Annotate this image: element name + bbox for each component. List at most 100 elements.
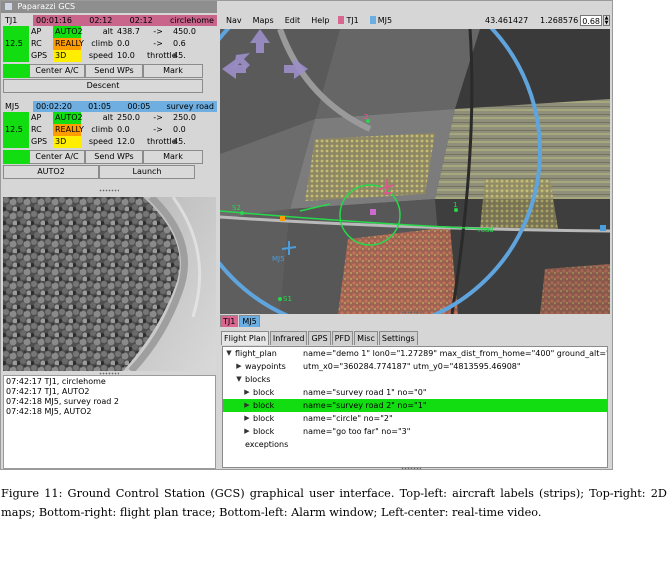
- node-name: blocks: [245, 375, 271, 384]
- arrow: ->: [153, 39, 163, 48]
- map-canvas[interactable]: 2 1 S1 S2 road MJ5: [220, 29, 610, 314]
- tree-row[interactable]: ▼ flight_plan name="demo 1" lon0="1.2728…: [223, 347, 607, 360]
- expander-icon[interactable]: ▶: [243, 412, 251, 425]
- climb-value: 0.0: [117, 39, 130, 48]
- alt-value: 250.0: [117, 113, 140, 122]
- mark-button[interactable]: Mark: [143, 150, 203, 164]
- aircraft-toggle-mj5[interactable]: MJ5: [369, 14, 393, 28]
- tree-row-selected[interactable]: ▶ block name="survey road 2" no="1": [223, 399, 607, 412]
- tree-row[interactable]: ▶ block name="go too far" no="3": [223, 425, 607, 438]
- tab-settings[interactable]: Settings: [378, 331, 418, 345]
- climb-label: climb: [91, 125, 113, 134]
- alarm-line: 07:42:17 TJ1, circlehome: [6, 377, 106, 386]
- aircraft-strip-mj5: MJ5 00:02:20 01:05 00:05 survey road 12.…: [3, 101, 217, 185]
- gps-status: 3D: [53, 50, 81, 62]
- tab-infrared[interactable]: Infrared: [269, 331, 308, 345]
- ap-label: AP: [31, 27, 42, 36]
- speed-value: 10.0: [117, 51, 135, 60]
- expander-icon[interactable]: ▶: [243, 399, 251, 412]
- zoom-input[interactable]: 0.68: [580, 15, 602, 26]
- alt-label: alt: [102, 113, 113, 122]
- tree-row[interactable]: ▼ blocks: [223, 373, 607, 386]
- aircraft-tab-mj5[interactable]: MJ5: [239, 315, 260, 327]
- auto2-button[interactable]: AUTO2: [3, 165, 99, 179]
- rc-status: REALLY: [53, 38, 84, 50]
- ap-mode: AUTO2: [53, 112, 83, 124]
- tree-row[interactable]: ▶ block name="survey road 1" no="0": [223, 386, 607, 399]
- strip-buttons: Center A/C Send WPs Mark: [3, 150, 217, 164]
- gps-label: GPS: [31, 51, 48, 60]
- waypoint-label: 2: [364, 113, 368, 121]
- climb-label: climb: [91, 39, 113, 48]
- flight-time: 00:02:20: [36, 102, 72, 111]
- zoom-spinner-icon[interactable]: ▲ ▼: [603, 15, 610, 26]
- launch-button[interactable]: Launch: [99, 165, 195, 179]
- menu-maps[interactable]: Maps: [253, 14, 274, 28]
- descent-button[interactable]: Descent: [3, 79, 203, 93]
- target-alt: 250.0: [173, 113, 196, 122]
- tab-pfd[interactable]: PFD: [331, 331, 354, 345]
- figure-caption: Figure 11: Ground Control Station (GCS) …: [1, 487, 667, 519]
- status-light: [3, 64, 29, 78]
- send-wps-button[interactable]: Send WPs: [85, 64, 143, 78]
- battery-indicator: 12.5: [3, 112, 29, 148]
- send-wps-button[interactable]: Send WPs: [85, 150, 143, 164]
- tab-flight-plan[interactable]: Flight Plan: [221, 331, 269, 345]
- alt-value: 438.7: [117, 27, 140, 36]
- aircraft-strip-tj1: TJ1 00:01:16 02:12 02:12 circlehome 12.5…: [3, 15, 217, 97]
- strip-header: MJ5 00:02:20 01:05 00:05 survey road: [3, 101, 217, 112]
- expander-icon[interactable]: ▶: [243, 425, 251, 438]
- mark-button[interactable]: Mark: [143, 64, 203, 78]
- climb-value: 0.0: [117, 125, 130, 134]
- expander-icon[interactable]: ▼: [225, 347, 233, 360]
- aircraft-toggle-tj1[interactable]: TJ1: [338, 14, 359, 28]
- node-attributes: name="survey road 1" no="0": [303, 388, 427, 397]
- pane-resize-handle[interactable]: [401, 311, 421, 314]
- panel-tabs: Flight Plan Infrared GPS PFD Misc Settin…: [220, 331, 611, 345]
- center-ac-button[interactable]: Center A/C: [29, 64, 85, 78]
- aircraft-color-chip: [369, 16, 376, 24]
- waypoint-label: S1: [283, 295, 292, 303]
- home-marker-icon[interactable]: [370, 209, 376, 215]
- gps-status: 3D: [53, 136, 81, 148]
- aircraft-tab-tj1[interactable]: TJ1: [220, 315, 239, 327]
- pane-resize-handle[interactable]: [99, 189, 119, 192]
- center-ac-button[interactable]: Center A/C: [29, 150, 85, 164]
- waypoint-marker[interactable]: [278, 297, 282, 301]
- tab-gps[interactable]: GPS: [308, 331, 331, 345]
- node-name: block: [253, 427, 275, 436]
- menu-help[interactable]: Help: [311, 14, 329, 28]
- waypoint-label: 1: [453, 201, 457, 209]
- node-name: flight_plan: [235, 349, 277, 358]
- map-marker-icon[interactable]: [280, 216, 285, 221]
- video-feed: [3, 197, 216, 371]
- tree-row[interactable]: ▶ waypoints utm_x0="360284.774187" utm_y…: [223, 360, 607, 373]
- menu-nav[interactable]: Nav: [226, 14, 242, 28]
- node-attributes: name="circle" no="2": [303, 414, 393, 423]
- tree-row[interactable]: ▶ block name="circle" no="2": [223, 412, 607, 425]
- pane-resize-handle[interactable]: [401, 467, 421, 469]
- window-title-bar: Paparazzi GCS: [1, 1, 217, 13]
- strip-status-bar: 00:01:16 02:12 02:12 circlehome: [33, 15, 217, 26]
- throttle-label: throttle: [147, 51, 177, 60]
- tree-row[interactable]: exceptions: [223, 438, 607, 451]
- tab-misc[interactable]: Misc: [354, 331, 378, 345]
- map-marker-icon[interactable]: [600, 225, 606, 231]
- alarm-line: 07:42:18 MJ5, survey road 2: [6, 397, 119, 406]
- strip-telemetry: 12.5 AP AUTO2 alt 250.0 -> 250.0 RC REAL…: [3, 112, 217, 148]
- expander-icon[interactable]: ▶: [243, 386, 251, 399]
- aircraft-toggle-label: TJ1: [346, 16, 359, 25]
- block-time: 01:05: [88, 102, 112, 111]
- stage-time: 02:12: [129, 16, 153, 25]
- expander-icon[interactable]: ▼: [235, 373, 243, 386]
- aircraft-toggle-label: MJ5: [377, 16, 393, 25]
- alarm-line: 07:42:17 TJ1, AUTO2: [6, 387, 90, 396]
- latitude-readout: 43.461427: [485, 15, 529, 27]
- expander-icon[interactable]: ▶: [235, 360, 243, 373]
- gcs-window: Paparazzi GCS TJ1 00:01:16 02:12 02:12 c…: [0, 0, 613, 470]
- menu-edit[interactable]: Edit: [285, 14, 301, 28]
- aircraft-name: TJ1: [3, 15, 33, 26]
- flight-time: 00:01:16: [36, 16, 72, 25]
- 2d-map[interactable]: 2 1 S1 S2 road MJ5: [220, 29, 610, 314]
- ap-mode: AUTO2: [53, 26, 83, 38]
